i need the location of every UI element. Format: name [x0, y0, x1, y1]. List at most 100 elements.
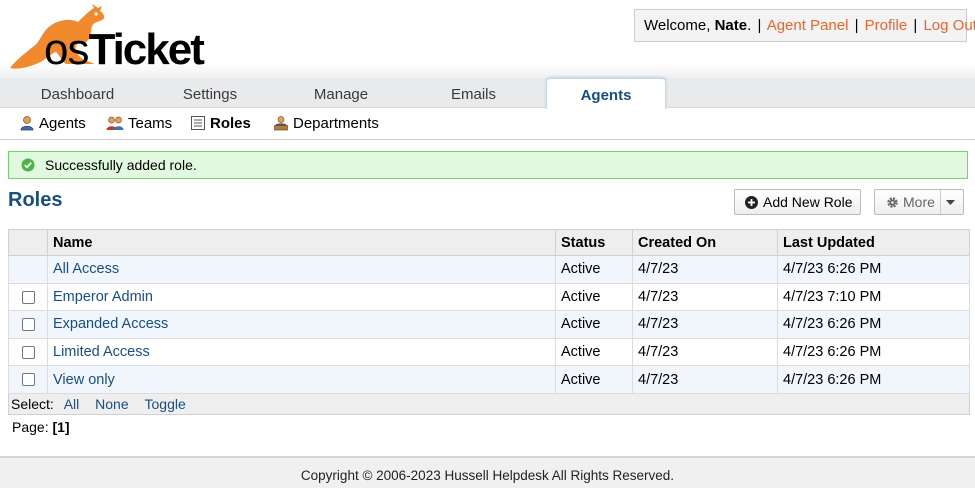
column-header-status[interactable]: Status	[555, 229, 633, 256]
role-name-cell: Limited Access	[47, 338, 556, 367]
role-name-link[interactable]: All Access	[53, 261, 119, 277]
table-header-row: Name Status Created On Last Updated	[8, 229, 970, 256]
chevron-down-icon	[946, 200, 955, 205]
status-cell: Active	[555, 310, 633, 339]
page-title: Roles	[8, 189, 63, 211]
tab-emails[interactable]: Emails	[417, 78, 530, 108]
list-icon	[191, 116, 205, 130]
current-page: [1]	[52, 419, 70, 435]
plus-circle-icon	[745, 196, 758, 209]
role-name-link[interactable]: Limited Access	[53, 344, 150, 360]
button-divider	[940, 190, 941, 214]
welcome-prefix: Welcome,	[644, 17, 715, 34]
profile-link[interactable]: Profile	[865, 17, 908, 34]
created-on-cell: 4/7/23	[632, 310, 778, 339]
subnav-roles[interactable]: Roles	[190, 109, 251, 140]
table-row: Emperor Admin Active 4/7/23 4/7/23 7:10 …	[8, 283, 970, 312]
subnav-teams[interactable]: Teams	[106, 109, 172, 140]
department-icon	[274, 116, 288, 131]
sub-navigation: Agents Teams Roles Departments	[0, 109, 975, 140]
roles-table: Name Status Created On Last Updated All …	[8, 229, 970, 415]
subnav-label: Agents	[39, 115, 86, 132]
row-checkbox[interactable]	[21, 290, 35, 304]
agent-panel-link[interactable]: Agent Panel	[767, 17, 849, 34]
tab-agents[interactable]: Agents	[546, 78, 666, 109]
status-cell: Active	[555, 255, 633, 284]
add-new-role-label: Add New Role	[763, 194, 853, 210]
copyright-text: Copyright © 2006-2023 Hussell Helpdesk A…	[300, 468, 675, 483]
user-info-bar: Welcome, Nate. | Agent Panel | Profile |…	[634, 9, 975, 42]
subnav-label: Departments	[293, 115, 379, 132]
created-on-cell: 4/7/23	[632, 338, 778, 367]
teams-icon	[106, 116, 124, 130]
more-label: More	[903, 194, 935, 210]
add-new-role-button[interactable]: Add New Role	[734, 189, 861, 215]
status-cell: Active	[555, 365, 633, 394]
main-tabs: Dashboard Settings Manage Emails Agents	[0, 78, 975, 109]
tab-manage[interactable]: Manage	[265, 78, 417, 108]
role-name-cell: All Access	[47, 255, 556, 284]
check-circle-icon	[21, 158, 35, 172]
subnav-label: Roles	[210, 115, 251, 132]
last-updated-cell: 4/7/23 6:26 PM	[777, 255, 970, 284]
last-updated-cell: 4/7/23 7:10 PM	[777, 283, 970, 312]
table-row: All Access Active 4/7/23 4/7/23 6:26 PM	[8, 255, 970, 284]
created-on-cell: 4/7/23	[632, 365, 778, 394]
role-name-link[interactable]: Emperor Admin	[53, 289, 153, 305]
select-toggle-link[interactable]: Toggle	[145, 396, 186, 412]
select-all-link[interactable]: All	[64, 396, 80, 412]
more-dropdown-button[interactable]: More	[874, 189, 964, 215]
select-label: Select:	[11, 395, 54, 412]
role-name-link[interactable]: Expanded Access	[53, 316, 168, 332]
created-on-cell: 4/7/23	[632, 283, 778, 312]
user-name: Nate	[714, 17, 748, 34]
last-updated-cell: 4/7/23 6:26 PM	[777, 338, 970, 367]
row-checkbox-cell	[8, 338, 48, 367]
separator: |	[757, 17, 762, 34]
logo-text: osTicket	[44, 25, 205, 74]
subnav-departments[interactable]: Departments	[273, 109, 379, 140]
success-message-text: Successfully added role.	[45, 157, 197, 173]
gear-icon	[887, 197, 898, 208]
row-checkbox-cell	[8, 283, 48, 312]
success-message: Successfully added role.	[8, 151, 968, 179]
pagination: Page: [1]	[12, 419, 70, 435]
column-header-last-updated[interactable]: Last Updated	[777, 229, 970, 256]
footer: Copyright © 2006-2023 Hussell Helpdesk A…	[0, 456, 975, 488]
last-updated-cell: 4/7/23 6:26 PM	[777, 365, 970, 394]
subnav-label: Teams	[128, 115, 173, 132]
row-checkbox-cell	[8, 310, 48, 339]
agent-icon	[20, 116, 34, 131]
status-cell: Active	[555, 338, 633, 367]
row-checkbox-cell	[8, 255, 48, 284]
tab-dashboard[interactable]: Dashboard	[0, 78, 155, 108]
role-name-cell: View only	[47, 365, 556, 394]
status-cell: Active	[555, 283, 633, 312]
table-row: View only Active 4/7/23 4/7/23 6:26 PM	[8, 365, 970, 394]
separator: |	[913, 17, 918, 34]
column-header-created-on[interactable]: Created On	[632, 229, 778, 256]
page-label: Page:	[12, 419, 49, 435]
created-on-cell: 4/7/23	[632, 255, 778, 284]
separator: |	[854, 17, 859, 34]
row-checkbox[interactable]	[21, 345, 35, 359]
select-none-link[interactable]: None	[95, 396, 128, 412]
tab-settings[interactable]: Settings	[155, 78, 265, 108]
row-checkbox[interactable]	[21, 373, 35, 387]
table-row: Limited Access Active 4/7/23 4/7/23 6:26…	[8, 338, 970, 367]
role-name-link[interactable]: View only	[53, 372, 115, 388]
header: osTicket Welcome, Nate. | Agent Panel | …	[0, 0, 975, 78]
osticket-logo[interactable]: osTicket	[6, 2, 216, 72]
log-out-link[interactable]: Log Out	[923, 17, 975, 34]
row-checkbox-cell	[8, 365, 48, 394]
subnav-agents[interactable]: Agents	[19, 109, 86, 140]
last-updated-cell: 4/7/23 6:26 PM	[777, 310, 970, 339]
column-header-name[interactable]: Name	[47, 229, 556, 256]
role-name-cell: Expanded Access	[47, 310, 556, 339]
checkbox-column-header	[8, 229, 48, 256]
table-row: Expanded Access Active 4/7/23 4/7/23 6:2…	[8, 310, 970, 339]
role-name-cell: Emperor Admin	[47, 283, 556, 312]
row-checkbox[interactable]	[21, 318, 35, 332]
table-footer-row: Select: All None Toggle	[8, 392, 970, 415]
select-controls: Select: All None Toggle	[8, 392, 970, 415]
